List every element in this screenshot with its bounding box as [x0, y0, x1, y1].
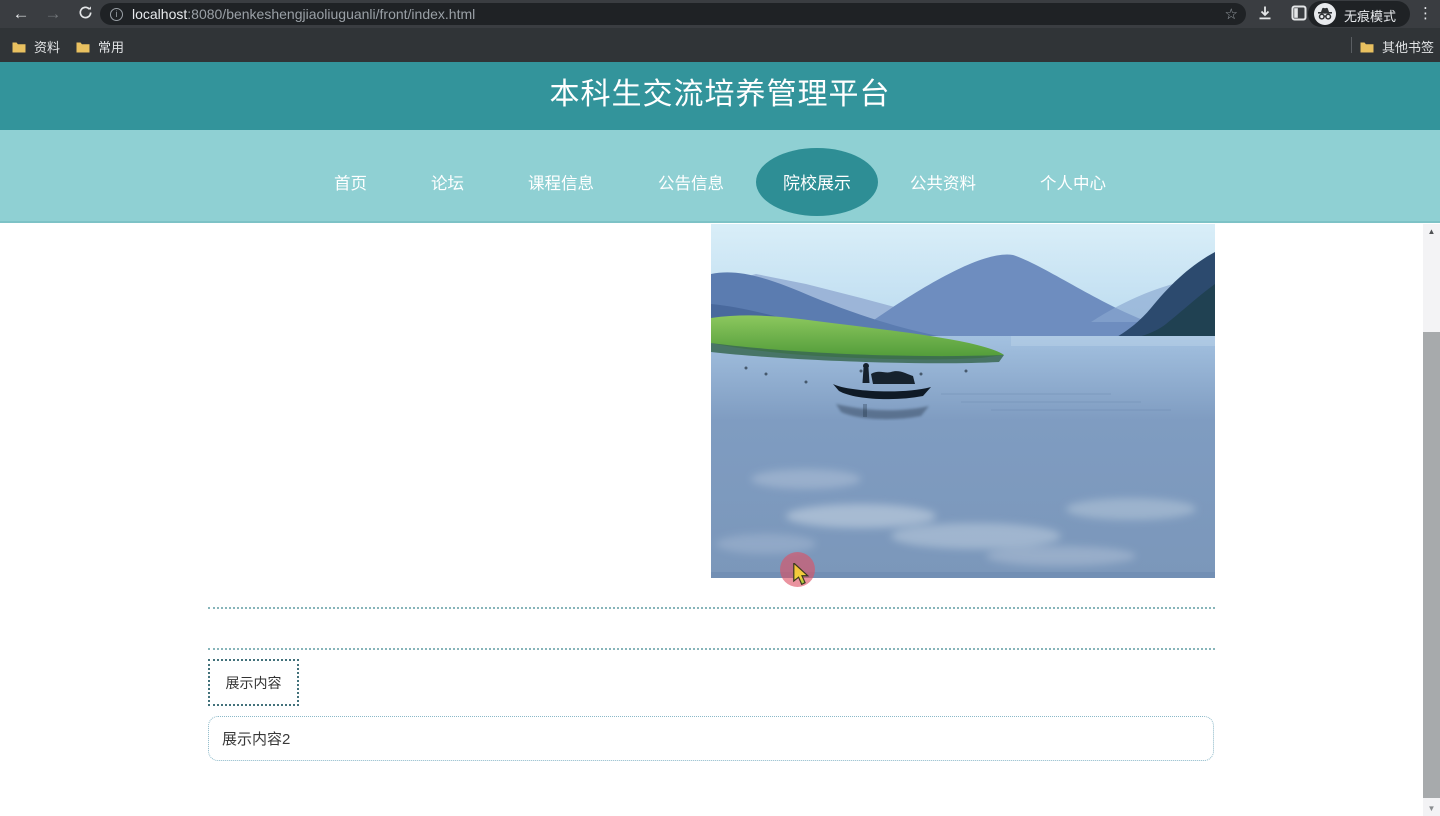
bookmark-label: 常用 [98, 40, 125, 55]
other-bookmarks[interactable]: 其他书签 [1360, 37, 1434, 56]
info-icon[interactable]: i [110, 7, 123, 21]
refresh-icon[interactable] [74, 4, 96, 26]
nav-row: 首页 论坛 课程信息 公告信息 院校展示 公共资料 个人中心 [0, 130, 1440, 221]
incognito-icon [1314, 3, 1336, 25]
bookmarks-bar: 资料 常用 其他书签 [0, 28, 1440, 62]
nav-item-public-materials[interactable]: 公共资料 [878, 170, 1008, 194]
page-scrollbar[interactable]: ▲ ▼ [1423, 224, 1440, 816]
nav-item-announcements[interactable]: 公告信息 [626, 170, 756, 194]
back-icon[interactable]: ← [10, 3, 32, 25]
scroll-down-icon[interactable]: ▼ [1423, 801, 1440, 816]
bookmark-folder-ziliao[interactable]: 资料 [12, 37, 60, 56]
nav-item-course-info[interactable]: 课程信息 [496, 170, 626, 194]
display-content2-label: 展示内容2 [222, 731, 291, 748]
nav-item-home[interactable]: 首页 [302, 170, 399, 194]
bookmarks-separator [1351, 37, 1352, 53]
side-panel-icon[interactable] [1288, 5, 1310, 27]
folder-icon [76, 42, 90, 52]
nav-item-college-display-active[interactable]: 院校展示 [756, 147, 878, 216]
browser-toolbar: ← → i localhost:8080/benkeshengjiaoliugu… [0, 0, 1440, 28]
site-nav: 首页 论坛 课程信息 公告信息 院校展示 公共资料 个人中心 [0, 130, 1440, 223]
url-bar[interactable]: i localhost:8080/benkeshengjiaoliuguanli… [100, 3, 1246, 25]
folder-icon [1360, 42, 1374, 52]
nav-item-personal-center[interactable]: 个人中心 [1008, 170, 1138, 194]
browser-menu-icon[interactable]: ⋮ [1418, 4, 1433, 22]
display-content2-box[interactable]: 展示内容2 [208, 716, 1214, 761]
bookmark-label: 资料 [34, 40, 61, 55]
site-header: 本科生交流培养管理平台 [0, 62, 1440, 130]
download-icon[interactable] [1254, 5, 1276, 27]
folder-icon [12, 42, 26, 52]
nav-item-forum[interactable]: 论坛 [399, 170, 496, 194]
scrollbar-thumb[interactable] [1423, 332, 1440, 798]
bookmark-folder-changyong[interactable]: 常用 [76, 37, 124, 56]
forward-icon[interactable]: → [42, 3, 64, 25]
other-bookmarks-label: 其他书签 [1382, 40, 1435, 55]
bookmark-star-icon[interactable]: ☆ [1225, 5, 1238, 23]
dotted-divider-1 [208, 607, 1215, 609]
college-display-photo[interactable] [711, 224, 1215, 578]
scroll-up-icon[interactable]: ▲ [1423, 224, 1440, 239]
incognito-label: 无痕模式 [1344, 9, 1397, 24]
display-content-box[interactable]: 展示内容 [208, 659, 299, 706]
dotted-divider-2 [208, 648, 1215, 650]
url-text[interactable]: localhost:8080/benkeshengjiaoliuguanli/f… [132, 6, 475, 22]
page-title: 本科生交流培养管理平台 [549, 78, 891, 111]
mouse-cursor-icon [792, 561, 810, 592]
display-content-label: 展示内容 [225, 674, 282, 691]
